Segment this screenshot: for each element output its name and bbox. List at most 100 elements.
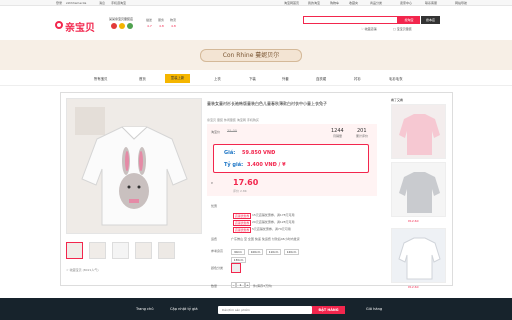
nav-item-tops[interactable]: 上衣 <box>214 76 221 81</box>
size-option[interactable]: 90cm <box>231 249 245 255</box>
logo-text: 亲宝贝 <box>65 23 95 34</box>
product-main-image[interactable] <box>66 98 202 234</box>
product-search-box <box>218 306 312 314</box>
nav-item-bottoms[interactable]: 下装 <box>249 76 256 81</box>
ship-label: 运费 <box>211 237 218 241</box>
thumbnail[interactable] <box>135 242 152 259</box>
price-tag-label: ¥ <box>211 181 213 185</box>
size-option[interactable]: 120cm <box>284 249 299 255</box>
conv-rate-value: 3.400 VNĐ / ¥ <box>247 162 286 168</box>
update-rate-link[interactable]: Cập nhật tỷ giá <box>170 307 198 311</box>
mobile-link[interactable]: 手机逛淘宝 <box>111 1 126 5</box>
nav-item-coats[interactable]: 外套 <box>282 76 289 81</box>
ship-text: 广东佛山 至 全国 快递 免运费 付款后48小时内发货 <box>231 237 300 241</box>
nav-item-all[interactable]: 所有宝贝 <box>94 76 108 81</box>
nav-item-new[interactable]: 童装上新 <box>165 74 190 83</box>
coupon-text: 20元店铺优惠券，满128元可用 <box>252 220 295 224</box>
home-link[interactable]: Trang chủ <box>136 307 154 311</box>
shirt-image-icon <box>67 99 201 233</box>
size-option[interactable]: 100cm <box>248 249 263 255</box>
search-input[interactable] <box>303 16 398 24</box>
old-price: 35.00 <box>227 129 238 133</box>
favorite-shop-link[interactable]: ♡ 收藏店铺 <box>361 27 377 31</box>
score-value: 4.8 <box>171 24 176 28</box>
coupon-tag[interactable]: 店铺优惠券 <box>233 213 251 219</box>
gray-shirt-image-icon <box>392 163 445 216</box>
logo-icon <box>55 21 63 29</box>
price-note: 评价 2.8K <box>233 189 247 193</box>
recommend-item[interactable] <box>391 162 446 217</box>
price-label: 淘宝价 <box>211 130 221 134</box>
coupon-tag[interactable]: 店铺优惠券 <box>233 227 251 233</box>
nav-item-shirts[interactable]: 衬衫 <box>354 76 361 81</box>
recommend-item[interactable] <box>391 104 446 159</box>
nav-item-dresses[interactable]: 连衣裙 <box>316 76 326 81</box>
search-taobao-button[interactable]: 搜淘宝 <box>398 16 420 24</box>
qty-plus-button[interactable]: + <box>245 282 250 288</box>
score-value: 4.7 <box>147 24 152 28</box>
login-link[interactable]: 登录 <box>56 1 62 5</box>
thumbnail[interactable] <box>66 242 83 259</box>
stock-text: 件(库存3万件) <box>253 284 273 288</box>
shop-home-label: 宝宝贝童装 <box>396 27 412 31</box>
product-search-input[interactable] <box>218 306 312 314</box>
size-label: 参考身高 <box>211 249 224 253</box>
stat-sales-label: 月销量 <box>333 134 343 138</box>
coupon-tag[interactable]: 店铺优惠券 <box>233 220 251 226</box>
topbar-sitemap[interactable]: 网站导航 <box>455 1 467 5</box>
topbar-service[interactable]: 联系客服 <box>425 1 437 5</box>
shop-home-link[interactable]: □ 宝宝贝童装 <box>393 27 412 31</box>
green-badge-icon <box>127 23 133 29</box>
promo-label: 优惠 <box>211 204 218 208</box>
favorite-shop-label: 收藏店铺 <box>364 27 377 31</box>
shop-badges <box>111 23 133 29</box>
current-price: 17.60 <box>233 178 259 187</box>
score-label: 服务 <box>158 18 165 22</box>
shop-nav: 所有宝贝 首页 童装上新 上衣 下装 外套 连衣裙 衬衫 毛衫毛衣 <box>0 70 512 86</box>
topbar-cart[interactable]: 购物车 <box>330 1 339 5</box>
recommend-item[interactable] <box>391 228 446 283</box>
color-swatch[interactable] <box>231 263 241 273</box>
topbar-seller[interactable]: 卖家中心 <box>400 1 412 5</box>
size-option[interactable]: 110cm <box>266 249 281 255</box>
score-label: 物流 <box>170 18 177 22</box>
messages-link[interactable]: 消息 <box>99 1 105 5</box>
product-title: 童装女童衬衫长袖韩版童装白色儿童春秋薄款白衬衣中小童上衣兔子 <box>207 101 327 106</box>
search-shop-button[interactable]: 搜本店 <box>421 16 440 24</box>
color-label: 颜色分类 <box>211 266 224 270</box>
username[interactable]: zzhhhsmecila <box>66 1 86 5</box>
recommend-price: ¥12.60 <box>408 285 419 289</box>
stat-reviews-label: 累计评价 <box>356 134 369 138</box>
cart-link[interactable]: Giỏ hàng <box>366 307 382 311</box>
qty-input[interactable]: 1 <box>236 282 245 288</box>
coupon-text: 5元店铺优惠券，满79元可用 <box>252 227 291 231</box>
gold-badge-icon <box>119 23 125 29</box>
crown-badge-icon <box>111 23 117 29</box>
favorite-product-link[interactable]: ☆ 收藏宝贝 (8021人气) <box>66 268 99 272</box>
score-label: 描述 <box>146 18 153 22</box>
order-button[interactable]: ĐẶT HÀNG <box>312 306 345 314</box>
shop-name[interactable]: 某某亲宝贝童装店 <box>109 17 133 21</box>
white-shirt-image-icon <box>392 229 445 282</box>
topbar-home[interactable]: 淘宝网首页 <box>284 1 299 5</box>
thumbnail-strip <box>66 242 202 260</box>
coupon-text: 15元店铺优惠券，满178元可用 <box>252 213 295 217</box>
thumbnail[interactable] <box>112 242 129 259</box>
thumbnail[interactable] <box>158 242 175 259</box>
conv-price-value: 59.850 VNĐ <box>242 150 276 156</box>
vnd-conversion-box: Giá: 59.850 VNĐ Tỷ giá: 3.400 VNĐ / ¥ <box>213 144 369 173</box>
score-value: 4.8 <box>159 24 164 28</box>
shop-logo[interactable]: 亲宝贝 <box>55 19 95 34</box>
thumbnail[interactable] <box>89 242 106 259</box>
conv-price-label: Giá: <box>224 150 236 156</box>
nav-item-home[interactable]: 首页 <box>139 76 146 81</box>
topbar-mytaobao[interactable]: 我的淘宝 <box>308 1 320 5</box>
recommend-price: ¥12.60 <box>408 219 419 223</box>
topbar-category[interactable]: 商品分类 <box>370 1 382 5</box>
conv-rate-label: Tỷ giá: <box>224 162 244 168</box>
topbar-fav[interactable]: 收藏夹 <box>349 1 358 5</box>
sidebar-title: 看了又看 <box>391 98 404 102</box>
pink-shirt-image-icon <box>392 105 445 158</box>
product-subinfo: 亲宝贝 童装 休闲童装 淘宝网 手机购买 <box>207 118 259 122</box>
nav-item-sweaters[interactable]: 毛衫毛衣 <box>389 76 403 81</box>
